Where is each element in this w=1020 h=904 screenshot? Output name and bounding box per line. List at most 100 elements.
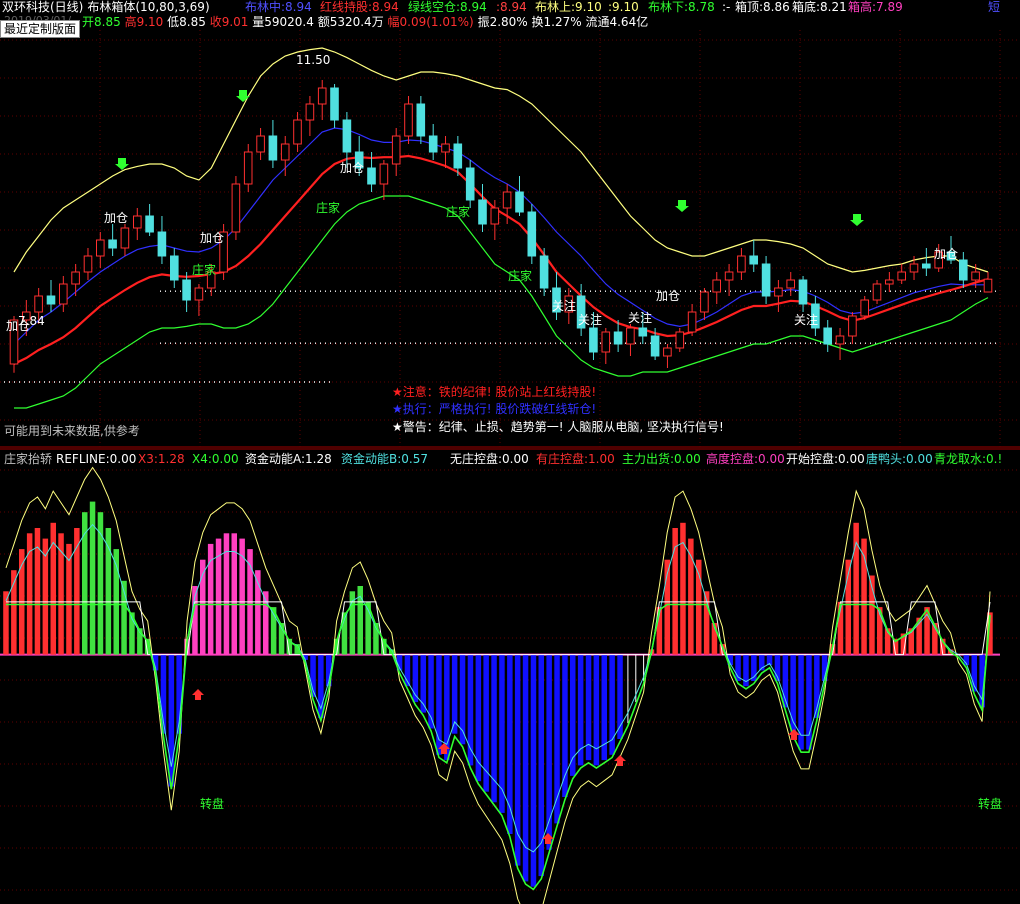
osc-x3: X3:1.28 (138, 452, 185, 466)
dealer-label: 庄家 (192, 262, 216, 277)
candle-body (922, 263, 931, 269)
turn-label-left: 转盘 (200, 796, 224, 811)
note-line-1: ★注意：铁的纪律! 股价站上红线持股! (392, 385, 597, 399)
dealer-label: 庄家 (446, 204, 470, 219)
volume: 量59020.4 (252, 15, 314, 29)
open-price: 开8.85 (82, 15, 121, 29)
candle-body (527, 211, 537, 257)
ghost-label-1: :8.94 (496, 0, 527, 14)
box-high-label: 箱高:7.89 (848, 0, 903, 14)
attention-label: 关注 (794, 312, 818, 327)
candle-body (46, 295, 56, 305)
quote-line: 开8.85 高9.10 低8.85 收9.01 量59020.4 额5320.4… (82, 15, 648, 29)
buy-signal-arrow (115, 158, 129, 170)
candle-body (959, 259, 968, 281)
high-price: 高9.10 (124, 15, 164, 29)
candle-body (835, 335, 845, 345)
candle-body (638, 327, 648, 337)
candle-body (83, 255, 93, 273)
dealer-label: 庄家 (508, 268, 532, 283)
osc-name: 庄家抬轿 (4, 452, 53, 466)
recent-layout-button[interactable]: 最近定制版面 (0, 20, 81, 38)
attention-label: 关注 (578, 312, 602, 327)
osc-refline: REFLINE:0.00 (56, 452, 137, 466)
osc-no-control: 无庄控盘:0.00 (450, 452, 529, 466)
candle-body (280, 143, 290, 161)
fund-a-line (5, 466, 991, 904)
candle-body (539, 255, 549, 289)
candle-body (724, 271, 734, 281)
candle-body (194, 287, 204, 301)
candle-body (749, 255, 759, 265)
candle-body (774, 287, 783, 297)
red-line-label: 红线持股:8.94 (320, 0, 399, 14)
add-position-label: 加仓 (934, 247, 958, 261)
ghost-label-2: :9.10 (608, 0, 639, 14)
osc-fund-a: 资金动能A:1.28 (245, 452, 332, 466)
candle-body (490, 207, 500, 225)
max-price-label: 11.50 (296, 53, 330, 67)
candle-body (675, 331, 685, 349)
candle-body (182, 279, 191, 301)
osc-dragon: 青龙取水:0.! (934, 452, 1003, 466)
candle-body (293, 119, 302, 145)
stock-chart-window: { "header": { "stock_name": "双环科技(日线)", … (0, 0, 1020, 904)
candle-body (416, 103, 426, 137)
ghost-label-3: :- (722, 0, 731, 14)
boll-mid-label: 布林中:8.94 (245, 0, 312, 14)
osc-main-out: 主力出货:0.00 (622, 452, 701, 466)
candle-body (453, 143, 463, 169)
candle-body (798, 279, 808, 305)
future-data-note: 可能用到未来数据,供参考 (4, 424, 140, 438)
dealer-label: 庄家 (316, 200, 340, 215)
candle-body (96, 239, 105, 257)
candle-body (268, 135, 278, 161)
note-line-3: ★警告：纪律、止损、趋势第一! 人脑服从电脑, 坚决执行信号! (392, 420, 724, 434)
candle-body (897, 271, 907, 281)
candle-body (231, 183, 241, 233)
indicator-name: 布林箱体(10,80,3,69) (87, 0, 210, 14)
candle-body (786, 279, 796, 289)
green-line-label: 绿线空仓:8.94 (408, 0, 487, 14)
chart-header: 双环科技(日线) 布林箱体(10,80,3,69) (2, 0, 214, 14)
candle-body (256, 135, 265, 153)
candle-body (305, 103, 315, 121)
candle-body (909, 263, 919, 273)
candle-body (108, 239, 117, 249)
note-line-2: ★执行：严格执行! 股价跌破红线斩仓! (392, 402, 597, 416)
float-shares: 流通4.64亿 (585, 15, 649, 29)
candle-body (860, 299, 870, 317)
candle-body (737, 255, 746, 273)
candle-body (601, 331, 611, 353)
attention-label: 关注 (628, 310, 652, 325)
candle-body (317, 87, 327, 105)
boll-lower-line (14, 195, 989, 409)
add-position-label: 加仓 (656, 289, 680, 303)
candle-body (712, 279, 722, 293)
boll-down-label: 布林下:8.78 (648, 0, 715, 14)
osc-x4: X4:0.00 (192, 452, 239, 466)
candle-body (650, 335, 660, 357)
candle-body (170, 255, 179, 281)
candle-body (391, 135, 401, 165)
candle-body (885, 279, 894, 285)
box-top-label: 箱顶:8.86 (735, 0, 790, 14)
osc-high-control: 高度控盘:0.00 (706, 452, 785, 466)
candle-body (983, 278, 993, 293)
add-position-label: 加仓 (340, 161, 364, 175)
candle-body (502, 191, 512, 209)
short-label[interactable]: 短 (988, 0, 1000, 14)
amplitude: 振2.80% (477, 15, 528, 29)
candle-body (71, 271, 80, 285)
candle-body (428, 135, 438, 153)
stock-name: 双环科技(日线) (2, 0, 84, 14)
candle-body (342, 119, 352, 153)
candle-body (589, 327, 598, 353)
candle-body (34, 295, 43, 313)
osc-start-control: 开始控盘:0.00 (786, 452, 865, 466)
candle-body (367, 167, 376, 185)
candle-body (404, 103, 413, 137)
candle-body (971, 271, 980, 281)
osc-bar (3, 591, 9, 655)
candle-body (441, 143, 450, 153)
